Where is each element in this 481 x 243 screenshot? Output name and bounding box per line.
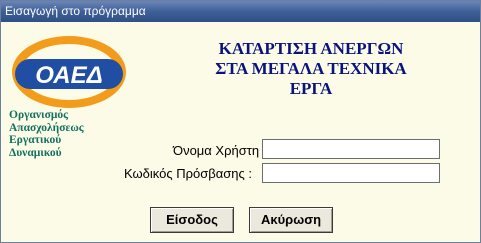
heading-line: ΚΑΤΑΡΤΙΣΗ ΑΝΕΡΓΩΝ bbox=[218, 39, 404, 58]
title-bar: Εισαγωγή στο πρόγραμμα bbox=[1, 1, 480, 22]
password-label: Κωδικός Πρόσβασης : bbox=[124, 166, 253, 181]
program-heading: ΚΑΤΑΡΤΙΣΗ ΑΝΕΡΓΩΝ ΣΤΑ ΜΕΓΑΛΑ ΤΕΧΝΙΚΑ ΕΡΓ… bbox=[181, 39, 441, 99]
heading-line: ΣΤΑ ΜΕΓΑΛΑ ΤΕΧΝΙΚΑ bbox=[215, 59, 407, 78]
login-window: Εισαγωγή στο πρόγραμμα ΟΑΕΔ Οργανισμός Α… bbox=[0, 0, 481, 243]
cancel-button[interactable]: Ακύρωση bbox=[249, 207, 333, 233]
oaed-logo: ΟΑΕΔ bbox=[12, 36, 126, 108]
heading-line: ΕΡΓΑ bbox=[289, 79, 333, 98]
username-input[interactable] bbox=[262, 139, 440, 159]
org-line: Εργατικού bbox=[9, 134, 62, 146]
login-button[interactable]: Είσοδος bbox=[150, 207, 234, 233]
org-line: Οργανισμός bbox=[9, 109, 68, 121]
password-input[interactable] bbox=[262, 163, 440, 183]
org-line: Απασχολήσεως bbox=[9, 121, 84, 134]
org-line: Δυναμικού bbox=[9, 146, 62, 159]
window-title: Εισαγωγή στο πρόγραμμα bbox=[5, 4, 146, 18]
username-label: Όνομα Χρήστη : bbox=[173, 143, 267, 158]
logo-text: ΟΑΕΔ bbox=[35, 62, 102, 89]
organization-name: Οργανισμός Απασχολήσεως Εργατικού Δυναμι… bbox=[9, 109, 139, 159]
